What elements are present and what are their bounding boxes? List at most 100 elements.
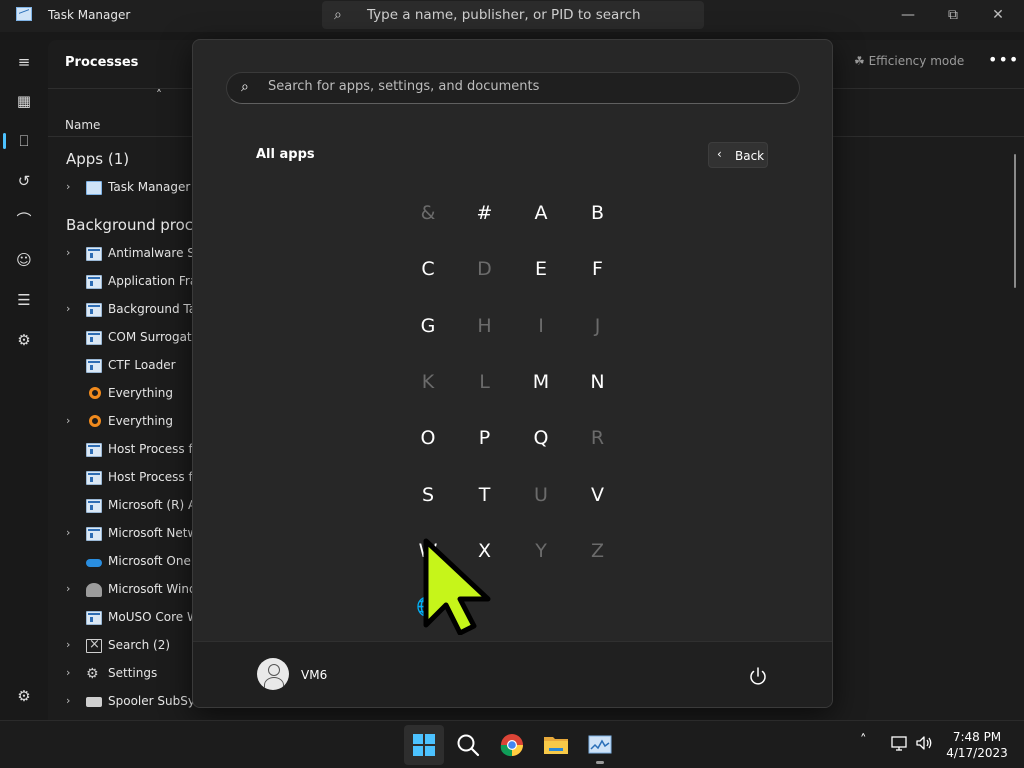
chevron-right-icon[interactable]: › <box>66 638 70 651</box>
process-row[interactable]: › Microsoft Netwo <box>48 520 193 548</box>
sort-chevron-icon[interactable]: ˄ <box>156 88 162 102</box>
chevron-right-icon[interactable]: › <box>66 582 70 595</box>
letter-index-button[interactable]: V <box>570 467 626 523</box>
window-icon <box>86 303 102 317</box>
letter-index-button[interactable]: P <box>457 410 513 466</box>
process-search-box[interactable]: ⌕ Type a name, publisher, or PID to sear… <box>322 1 704 29</box>
chevron-right-icon[interactable]: › <box>66 180 70 193</box>
search-app-icon <box>86 637 102 653</box>
volume-icon[interactable] <box>914 733 934 753</box>
chevron-right-icon[interactable]: › <box>66 526 70 539</box>
process-row[interactable]: Host Process for <box>48 464 193 492</box>
file-explorer-icon <box>544 737 568 754</box>
letter-index-button[interactable]: S <box>400 467 456 523</box>
page-title: Processes <box>65 55 139 70</box>
letter-index-button: U <box>534 483 548 506</box>
task-manager-icon <box>86 181 102 195</box>
process-row[interactable]: › Background Tas <box>48 296 193 324</box>
app-history-icon[interactable]: ↺ <box>12 169 36 193</box>
letter-index-button[interactable]: A <box>513 185 569 241</box>
process-row[interactable]: › ⚙ Settings <box>48 660 193 688</box>
onedrive-icon <box>86 559 102 567</box>
letter-index-button: H <box>477 314 492 337</box>
start-button[interactable] <box>404 725 444 765</box>
process-row[interactable]: Microsoft (R) Ag <box>48 492 193 520</box>
letter-index-button[interactable]: # <box>457 185 513 241</box>
user-avatar[interactable] <box>257 658 289 690</box>
process-row[interactable]: › Everything <box>48 408 193 436</box>
hamburger-icon[interactable]: ≡ <box>12 50 36 74</box>
process-row[interactable]: Host Process for <box>48 436 193 464</box>
everything-icon <box>89 387 101 399</box>
efficiency-mode-button[interactable]: ☘ Efficiency mode <box>854 54 964 68</box>
chevron-right-icon[interactable]: › <box>66 694 70 707</box>
task-manager-taskbar-button[interactable] <box>580 725 620 765</box>
letter-index-button[interactable]: E <box>513 241 569 297</box>
process-name: Task Manager <box>108 180 191 194</box>
process-name: Background Tas <box>108 302 193 316</box>
processes-icon[interactable]: ▦ <box>12 89 36 113</box>
restore-button[interactable]: ⧉ <box>938 4 968 26</box>
search-icon <box>457 734 480 757</box>
show-hidden-icons-chevron-icon[interactable]: ˄ <box>860 733 867 748</box>
chevron-right-icon[interactable]: › <box>66 246 70 259</box>
window-icon <box>86 359 102 373</box>
user-name[interactable]: VM6 <box>301 668 327 682</box>
all-apps-title: All apps <box>256 147 315 162</box>
chevron-right-icon[interactable]: › <box>66 666 70 679</box>
letter-index-button[interactable]: M <box>513 354 569 410</box>
process-row[interactable]: › Antimalware Ser <box>48 240 193 268</box>
letter-index-button[interactable]: Q <box>513 410 569 466</box>
process-name: Application Fran <box>108 274 193 288</box>
window-icon <box>86 527 102 541</box>
taskbar-search-button[interactable] <box>448 725 488 765</box>
process-row[interactable]: › Microsoft Windo <box>48 576 193 604</box>
chevron-right-icon[interactable]: › <box>66 414 70 427</box>
letter-index-button[interactable]: C <box>400 241 456 297</box>
process-row[interactable]: › Task Manager <box>48 174 193 202</box>
performance-icon[interactable]: ⎕ <box>12 129 36 153</box>
letter-index-button[interactable]: F <box>570 241 626 297</box>
process-row[interactable]: › Spooler SubSyst <box>48 688 193 716</box>
process-row[interactable]: CTF Loader <box>48 352 193 380</box>
scrollbar[interactable] <box>1014 154 1016 288</box>
process-row[interactable]: Microsoft OneD <box>48 548 193 576</box>
chevron-right-icon[interactable]: › <box>66 302 70 315</box>
process-name: Microsoft Windo <box>108 582 193 596</box>
more-options-button[interactable]: ••• <box>988 50 1019 69</box>
letter-index-button[interactable]: B <box>570 185 626 241</box>
letter-index-button[interactable]: N <box>570 354 626 410</box>
process-name: MoUSO Core W <box>108 610 193 624</box>
process-row[interactable]: MoUSO Core W <box>48 604 193 632</box>
network-icon[interactable] <box>890 733 910 753</box>
column-header-name[interactable]: Name <box>65 118 100 132</box>
power-icon[interactable] <box>745 663 771 689</box>
details-icon[interactable]: ☰ <box>12 288 36 312</box>
process-row[interactable]: COM Surrogate <box>48 324 193 352</box>
process-name: Microsoft OneD <box>108 554 193 568</box>
startup-apps-icon[interactable]: ⌒ <box>12 208 36 232</box>
process-row[interactable]: Application Fran <box>48 268 193 296</box>
start-search-input[interactable] <box>268 79 768 94</box>
running-indicator <box>596 761 604 764</box>
task-manager-icon <box>16 7 32 21</box>
services-icon[interactable]: ⚙ <box>12 328 36 352</box>
settings-icon[interactable]: ⚙ <box>12 684 36 708</box>
letter-index-button[interactable]: G <box>400 298 456 354</box>
start-search-box[interactable]: ⌕ <box>226 72 800 104</box>
minimize-button[interactable]: — <box>893 4 923 26</box>
letter-index-button[interactable]: T <box>457 467 513 523</box>
file-explorer-button[interactable] <box>536 725 576 765</box>
back-label: Back <box>735 149 765 163</box>
process-row[interactable]: › Search (2) <box>48 632 193 660</box>
window-title: Task Manager <box>48 8 131 22</box>
chrome-button[interactable] <box>492 725 532 765</box>
gear-icon: ⚙ <box>86 666 99 682</box>
window-icon <box>86 331 102 345</box>
back-button[interactable]: ‹ Back <box>708 142 768 168</box>
process-row[interactable]: Everything <box>48 380 193 408</box>
users-icon[interactable]: ☺ <box>12 248 36 272</box>
letter-index-button[interactable]: O <box>400 410 456 466</box>
system-clock[interactable]: 7:48 PM 4/17/2023 <box>940 729 1014 761</box>
close-button[interactable]: ✕ <box>983 4 1013 26</box>
